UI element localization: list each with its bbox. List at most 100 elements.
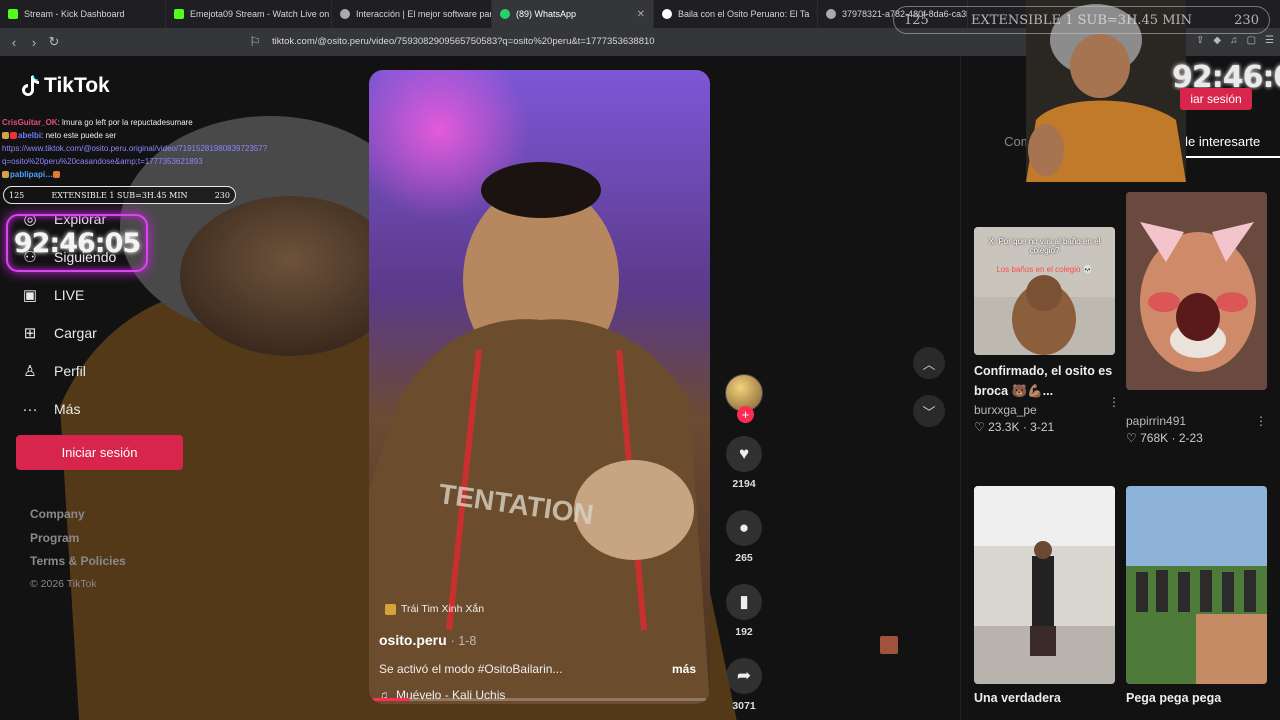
chat-link[interactable]: https://www.tiktok.com/@osito.peru.origi… xyxy=(2,142,292,168)
sidebar-item-cargar[interactable]: ⊞ Cargar xyxy=(20,314,116,352)
video-card[interactable]: papirrin491 ⋮ ♡ 768K · 2-23 xyxy=(1126,192,1267,445)
comment-action[interactable]: ● 265 xyxy=(722,510,766,564)
video-card-user-row: burxxga_pe xyxy=(974,403,1115,417)
login-button-partial[interactable]: iar sesión xyxy=(1180,88,1252,110)
sidebar-item-live[interactable]: ▣ LIVE xyxy=(20,276,116,314)
reload-icon[interactable]: ↻ xyxy=(44,34,64,50)
action-rail: + ♥ 2194 ● 265 ▮ 192 ➦ 3071 xyxy=(722,374,766,712)
chat-username: abelbi xyxy=(18,131,42,140)
sub-goal-end: 230 xyxy=(1234,12,1259,28)
stream-chat-overlay: CrisGuitar_OK: lmura go left por la repu… xyxy=(2,116,292,181)
more-icon: ··· xyxy=(22,400,38,418)
badge-icon xyxy=(10,132,17,140)
share-count: 3071 xyxy=(732,700,756,712)
sidebar-item-label: Más xyxy=(54,401,81,417)
share-action[interactable]: ➦ 3071 xyxy=(722,658,766,712)
video-card-title[interactable]: Una verdadera xyxy=(974,688,1115,708)
tiktok-logo[interactable]: TikTok xyxy=(20,74,110,98)
comment-count: 265 xyxy=(735,552,753,564)
tiktok-favicon-icon xyxy=(662,9,672,19)
copyright-text: © 2026 TikTok xyxy=(30,577,97,590)
video-thumbnail[interactable] xyxy=(1126,192,1267,390)
video-card-likes: 768K xyxy=(1140,431,1169,445)
url-field[interactable]: tiktok.com/@osito.peru/video/75930829095… xyxy=(272,34,872,50)
music-icon[interactable]: ♫ xyxy=(1230,35,1238,50)
more-button[interactable]: más xyxy=(672,662,696,676)
meta-separator: · xyxy=(1022,420,1027,434)
sub-goal-start: 125 xyxy=(9,190,25,200)
video-card-title[interactable]: Confirmado, el osito es broca 🐻💪🏽... xyxy=(974,361,1115,401)
tab-whatsapp[interactable]: (89) WhatsApp ✕ xyxy=(492,0,654,28)
thumbnail-image xyxy=(974,486,1115,684)
sub-goal-text: EXTENSIBLE 1 SUB=3H.45 MIN xyxy=(51,190,188,200)
video-card-meta: ♡ 23.3K · 3-21 xyxy=(974,420,1115,434)
sidebar-item-label: Perfil xyxy=(54,363,86,379)
close-tab-icon[interactable]: ✕ xyxy=(637,9,645,20)
share-icon[interactable]: ⇪ xyxy=(1196,35,1204,50)
tab-label: Baila con el Osito Peruano: El Ta xyxy=(678,9,810,19)
chat-username: pablipapi… xyxy=(10,170,54,179)
video-card-user[interactable]: burxxga_pe xyxy=(974,403,1037,417)
more-options-icon[interactable]: ⋮ xyxy=(1255,414,1267,428)
tab-emejota-stream[interactable]: Emejota09 Stream - Watch Live on K xyxy=(166,0,332,28)
chat-username: CrisGuitar_OK xyxy=(2,118,58,127)
video-card[interactable]: Una verdadera xyxy=(974,486,1115,708)
tab-tiktok-osito[interactable]: Baila con el Osito Peruano: El Ta ✕ xyxy=(654,0,818,28)
author-name[interactable]: osito.peru xyxy=(379,632,447,648)
bookmark-icon[interactable]: ⚐ xyxy=(245,34,265,50)
sidebar-item-mas[interactable]: ··· Más xyxy=(20,390,116,428)
more-options-icon[interactable]: ⋮ xyxy=(1108,395,1120,409)
sub-goal-end: 230 xyxy=(214,190,230,200)
stream-timer: 92:46:05 xyxy=(6,214,148,272)
share-arrow-icon[interactable]: ➦ xyxy=(726,658,762,694)
footer-link-terms[interactable]: Terms & Policies xyxy=(30,554,126,578)
sidebar-footer: Company Program Terms & Policies © 2026 … xyxy=(30,507,126,601)
thumbnail-image xyxy=(1126,192,1267,390)
tab-label: Stream - Kick Dashboard xyxy=(24,9,125,19)
video-player[interactable]: TENTATION Trái Tim Xinh Xắn osito.peru ·… xyxy=(369,70,710,704)
globe-favicon-icon xyxy=(826,9,836,19)
footer-link-program[interactable]: Program xyxy=(30,531,126,555)
video-card-user[interactable]: papirrin491 xyxy=(1126,414,1186,428)
tiktok-note-icon xyxy=(22,75,39,96)
chat-line: CrisGuitar_OK: lmura go left por la repu… xyxy=(2,116,292,129)
video-thumbnail[interactable]: X: Por que no vas al baño en el colegio?… xyxy=(974,227,1115,355)
brave-shield-icon[interactable]: ◆ xyxy=(1213,35,1221,50)
bookmark-icon[interactable]: ▮ xyxy=(726,584,762,620)
chevron-down-icon[interactable]: ﹀ xyxy=(913,395,945,427)
footer-link-company[interactable]: Company xyxy=(30,507,126,531)
save-action[interactable]: ▮ 192 xyxy=(722,584,766,638)
chevron-up-icon[interactable]: ︿ xyxy=(913,347,945,379)
video-progress-bar[interactable] xyxy=(373,698,706,701)
menu-icon[interactable]: ☰ xyxy=(1265,35,1274,50)
video-thumbnail[interactable] xyxy=(974,486,1115,684)
tab-label: (89) WhatsApp xyxy=(516,9,577,19)
webcam-sub-goal-bar: 125 EXTENSIBLE 1 SUB=3H.45 MIN 230 xyxy=(893,6,1270,34)
forward-icon[interactable]: › xyxy=(24,35,44,50)
tab-interaccion[interactable]: Interacción | El mejor software para p xyxy=(332,0,492,28)
sidebar-item-perfil[interactable]: ♙ Perfil xyxy=(20,352,116,390)
video-card[interactable]: Pega pega pega xyxy=(1126,486,1267,708)
video-progress-fill xyxy=(373,698,410,701)
tab-kick-dashboard[interactable]: Stream - Kick Dashboard xyxy=(0,0,166,28)
thumbnail-image xyxy=(1126,486,1267,684)
video-thumbnail[interactable] xyxy=(1126,486,1267,684)
video-author[interactable]: osito.peru · 1-8 xyxy=(379,632,476,648)
like-action[interactable]: ♥ 2194 xyxy=(722,436,766,490)
author-avatar[interactable]: + xyxy=(725,374,763,423)
video-song-badge[interactable]: Trái Tim Xinh Xắn xyxy=(385,603,484,615)
video-card[interactable]: X: Por que no vas al baño en el colegio?… xyxy=(974,227,1120,434)
login-button[interactable]: Iniciar sesión xyxy=(16,435,183,470)
thumbnail-caption: X: Por que no vas al baño en el colegio? xyxy=(988,237,1101,255)
comment-icon[interactable]: ● xyxy=(726,510,762,546)
video-card-title[interactable]: Pega pega pega xyxy=(1126,688,1267,708)
video-card-date: 3-21 xyxy=(1030,420,1055,434)
upload-icon: ⊞ xyxy=(23,325,37,342)
follow-plus-icon[interactable]: + xyxy=(737,406,754,423)
song-badge-icon xyxy=(385,603,396,615)
heart-icon[interactable]: ♥ xyxy=(726,436,762,472)
video-description: Se activó el modo #OsitoBailarin... xyxy=(379,662,563,676)
back-icon[interactable]: ‹ xyxy=(4,35,24,50)
sidebar-icon[interactable]: ▢ xyxy=(1247,35,1256,50)
sidebar-item-label: Cargar xyxy=(54,325,97,341)
